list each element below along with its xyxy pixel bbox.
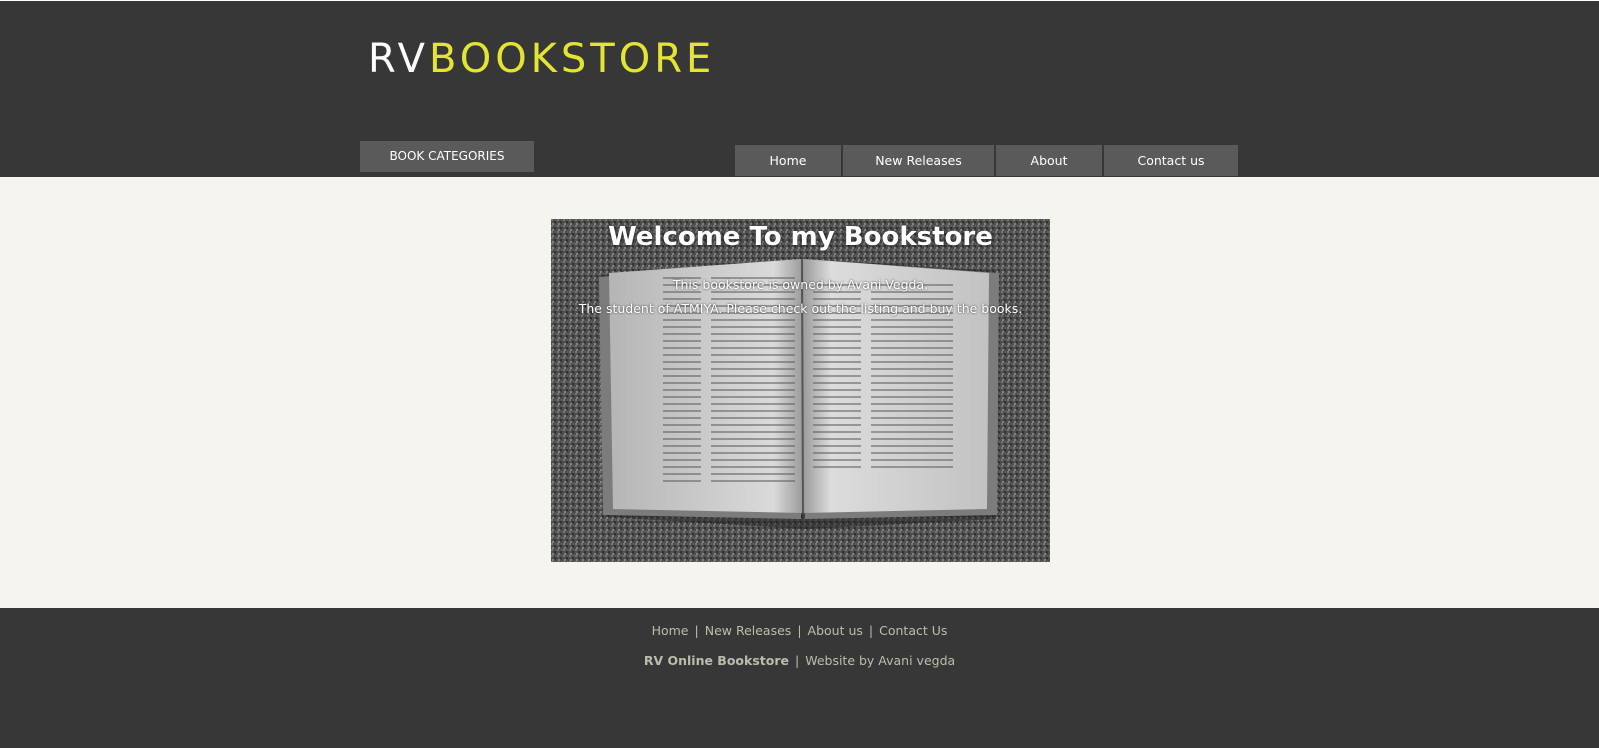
nav-contact[interactable]: Contact us: [1104, 145, 1238, 176]
book-categories-button[interactable]: BOOK CATEGORIES: [360, 141, 534, 172]
logo-prefix: RV: [368, 36, 429, 82]
footer-credit: RV Online Bookstore | Website by Avani veg…: [0, 652, 1599, 670]
footer-link-home[interactable]: Home: [652, 623, 689, 638]
hero-title: Welcome To my Bookstore: [608, 222, 993, 252]
footer-link-contact[interactable]: Contact Us: [879, 623, 947, 638]
footer-separator: |: [794, 653, 800, 668]
site-header: RVBOOKSTORE BOOK CATEGORIES Home New Rel…: [0, 0, 1599, 177]
open-book-image: [551, 219, 1050, 562]
hero-text-student: The student of ATMIYA. Please check out …: [578, 301, 1023, 316]
footer-separator: |: [868, 623, 874, 638]
footer-separator: |: [797, 623, 802, 638]
footer-links: Home | New Releases | About us | Contact Us: [0, 622, 1599, 640]
hero-text-owner: This bookstore is owned by Avani Vegda.: [672, 277, 929, 292]
footer-link-new-releases[interactable]: New Releases: [705, 623, 792, 638]
hero-banner: Welcome To my Bookstore This bookstore i…: [551, 219, 1050, 562]
site-logo[interactable]: RVBOOKSTORE: [368, 35, 715, 83]
main-nav: Home New Releases About Contact us: [735, 145, 1238, 176]
footer-credit-text: Website by Avani vegda: [805, 653, 956, 668]
nav-new-releases[interactable]: New Releases: [843, 145, 994, 176]
footer-separator: |: [694, 623, 699, 638]
nav-about[interactable]: About: [996, 145, 1102, 176]
footer-brand: RV Online Bookstore: [643, 653, 789, 668]
site-footer: Home | New Releases | About us | Contact Us RV…: [0, 608, 1599, 748]
nav-home[interactable]: Home: [735, 145, 841, 176]
footer-link-about[interactable]: About us: [808, 623, 863, 638]
logo-main: BOOKSTORE: [428, 36, 716, 82]
